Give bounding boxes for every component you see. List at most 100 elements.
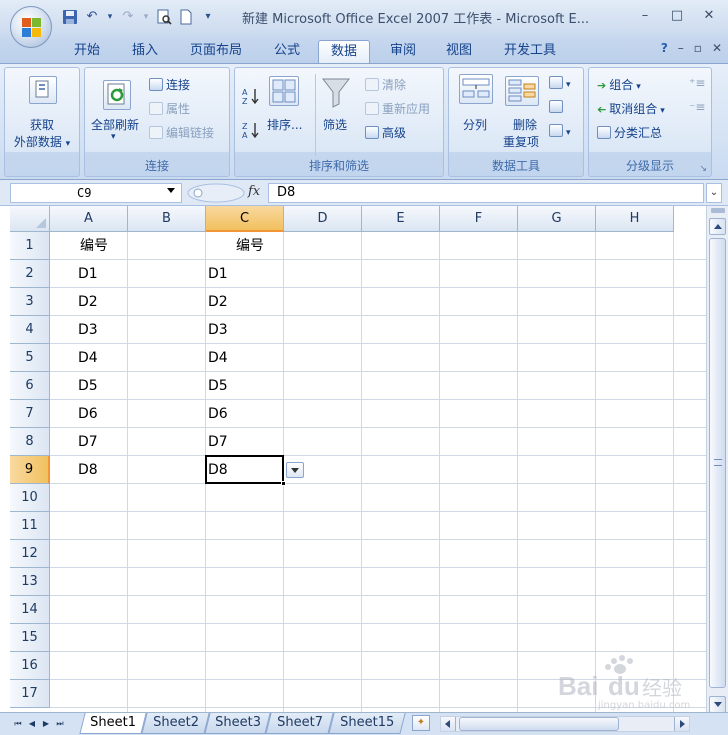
active-cell-border[interactable]: [205, 455, 284, 484]
prev-sheet-icon[interactable]: ◀: [26, 717, 38, 730]
vertical-scroll-thumb[interactable]: [709, 238, 726, 688]
new-document-icon[interactable]: [178, 9, 194, 25]
cell-c4[interactable]: D3: [208, 316, 228, 344]
get-external-data-button[interactable]: 获取 外部数据 ▾: [14, 116, 77, 150]
tab-developer[interactable]: 开发工具: [492, 40, 568, 63]
column-header-g[interactable]: G: [518, 206, 596, 232]
row-header-7[interactable]: 7: [10, 400, 50, 428]
column-header-e[interactable]: E: [362, 206, 440, 232]
refresh-all-button[interactable]: 全部刷新: [91, 116, 139, 133]
cell-a1[interactable]: 编号: [60, 232, 128, 260]
next-sheet-icon[interactable]: ▶: [40, 717, 52, 730]
minimize-button[interactable]: –: [630, 6, 660, 26]
row-header-12[interactable]: 12: [10, 540, 50, 568]
sheet-tab-sheet7[interactable]: Sheet7: [265, 713, 334, 734]
cell-a7[interactable]: D6: [78, 400, 98, 428]
save-icon[interactable]: [62, 9, 78, 25]
hide-detail-icon[interactable]: ⁻≡: [689, 100, 705, 114]
name-box-dropdown-icon[interactable]: [167, 188, 175, 193]
cell-a8[interactable]: D7: [78, 428, 98, 456]
tab-data[interactable]: 数据: [318, 40, 370, 63]
horizontal-scroll-thumb[interactable]: [459, 717, 619, 731]
undo-dropdown-icon[interactable]: ▾: [106, 9, 114, 25]
cell-c3[interactable]: D2: [208, 288, 228, 316]
autofill-options-button[interactable]: [286, 462, 304, 478]
refresh-dropdown-icon[interactable]: ▾: [111, 132, 116, 142]
expand-formula-bar-icon[interactable]: ⌄: [706, 183, 722, 203]
undo-icon[interactable]: ↶: [84, 9, 100, 25]
first-sheet-icon[interactable]: ⏮: [12, 717, 24, 730]
vertical-scrollbar[interactable]: [706, 206, 728, 713]
column-header-f[interactable]: F: [440, 206, 518, 232]
row-header-5[interactable]: 5: [10, 344, 50, 372]
reapply-button[interactable]: 重新应用: [365, 100, 430, 117]
insert-function-icon[interactable]: fx: [248, 184, 260, 199]
tab-home[interactable]: 开始: [62, 40, 112, 63]
horizontal-scrollbar[interactable]: [440, 716, 690, 732]
tab-page-layout[interactable]: 页面布局: [178, 40, 254, 63]
cell-a9[interactable]: D8: [78, 456, 98, 484]
split-box[interactable]: [711, 208, 725, 213]
row-header-6[interactable]: 6: [10, 372, 50, 400]
show-detail-icon[interactable]: ⁺≡: [689, 76, 705, 90]
help-icon[interactable]: ?: [661, 41, 668, 55]
scroll-right-icon[interactable]: [674, 717, 689, 731]
ribbon-minimize-icon[interactable]: –: [678, 41, 684, 55]
cell-c2[interactable]: D1: [208, 260, 228, 288]
cell-c7[interactable]: D6: [208, 400, 228, 428]
filter-button[interactable]: 筛选: [323, 116, 347, 133]
row-header-16[interactable]: 16: [10, 652, 50, 680]
row-header-8[interactable]: 8: [10, 428, 50, 456]
tab-insert[interactable]: 插入: [120, 40, 170, 63]
scroll-up-icon[interactable]: [709, 218, 726, 235]
advanced-button[interactable]: 高级: [365, 124, 406, 141]
column-header-b[interactable]: B: [128, 206, 206, 232]
row-header-9[interactable]: 9: [10, 456, 50, 484]
text-to-columns-button[interactable]: 分列: [463, 116, 487, 133]
row-header-10[interactable]: 10: [10, 484, 50, 512]
row-header-1[interactable]: 1: [10, 232, 50, 260]
cell-a5[interactable]: D4: [78, 344, 98, 372]
cell-c1[interactable]: 编号: [216, 232, 284, 260]
sheet-tab-sheet15[interactable]: Sheet15: [328, 713, 406, 734]
column-header-a[interactable]: A: [50, 206, 128, 232]
tab-view[interactable]: 视图: [434, 40, 484, 63]
sheet-tab-sheet2[interactable]: Sheet2: [141, 713, 210, 734]
edit-links-button[interactable]: 编辑链接: [149, 124, 214, 141]
tab-formulas[interactable]: 公式: [262, 40, 312, 63]
scroll-left-icon[interactable]: [441, 717, 456, 731]
cell-c6[interactable]: D5: [208, 372, 228, 400]
insert-sheet-icon[interactable]: ✦: [412, 715, 430, 731]
formula-input[interactable]: D8: [268, 183, 704, 203]
dialog-launcher-icon[interactable]: ↘: [699, 164, 707, 174]
worksheet-grid[interactable]: ABCDEFGH 1 2 3 4 5 6 7 8 9 10 11 12 13 14 15 16 17 编号 D1 D…: [10, 206, 706, 712]
cell-c5[interactable]: D4: [208, 344, 228, 372]
subtotal-button[interactable]: 分类汇总: [597, 124, 662, 141]
column-header-h[interactable]: H: [596, 206, 674, 232]
redo-icon[interactable]: ↷: [120, 9, 136, 25]
customize-qat-icon[interactable]: ▾: [200, 9, 216, 25]
ribbon-restore-icon[interactable]: ▫: [694, 41, 702, 55]
row-header-2[interactable]: 2: [10, 260, 50, 288]
remove-duplicates-button[interactable]: 删除 重复项: [503, 116, 543, 150]
cell-a2[interactable]: D1: [78, 260, 98, 288]
maximize-button[interactable]: □: [662, 6, 692, 26]
ungroup-button[interactable]: ➔ 取消组合 ▾: [597, 100, 665, 117]
office-button[interactable]: [10, 6, 52, 48]
group-button[interactable]: ➔ 组合 ▾: [597, 76, 641, 93]
sheet-tab-sheet1[interactable]: Sheet1: [79, 713, 147, 734]
close-button[interactable]: ✕: [694, 6, 724, 26]
ribbon-close-icon[interactable]: ✕: [712, 41, 722, 55]
scroll-down-icon[interactable]: [709, 696, 726, 713]
sort-descending-button[interactable]: ZA: [241, 120, 261, 143]
what-if-analysis-button[interactable]: ▾: [549, 124, 571, 138]
consolidate-button[interactable]: [549, 100, 566, 114]
row-header-11[interactable]: 11: [10, 512, 50, 540]
sort-ascending-button[interactable]: AZ: [241, 86, 261, 109]
properties-button[interactable]: 属性: [149, 100, 190, 117]
tab-review[interactable]: 审阅: [378, 40, 428, 63]
sort-button[interactable]: 排序...: [267, 116, 302, 133]
row-header-17[interactable]: 17: [10, 680, 50, 708]
row-header-4[interactable]: 4: [10, 316, 50, 344]
cell-a6[interactable]: D5: [78, 372, 98, 400]
